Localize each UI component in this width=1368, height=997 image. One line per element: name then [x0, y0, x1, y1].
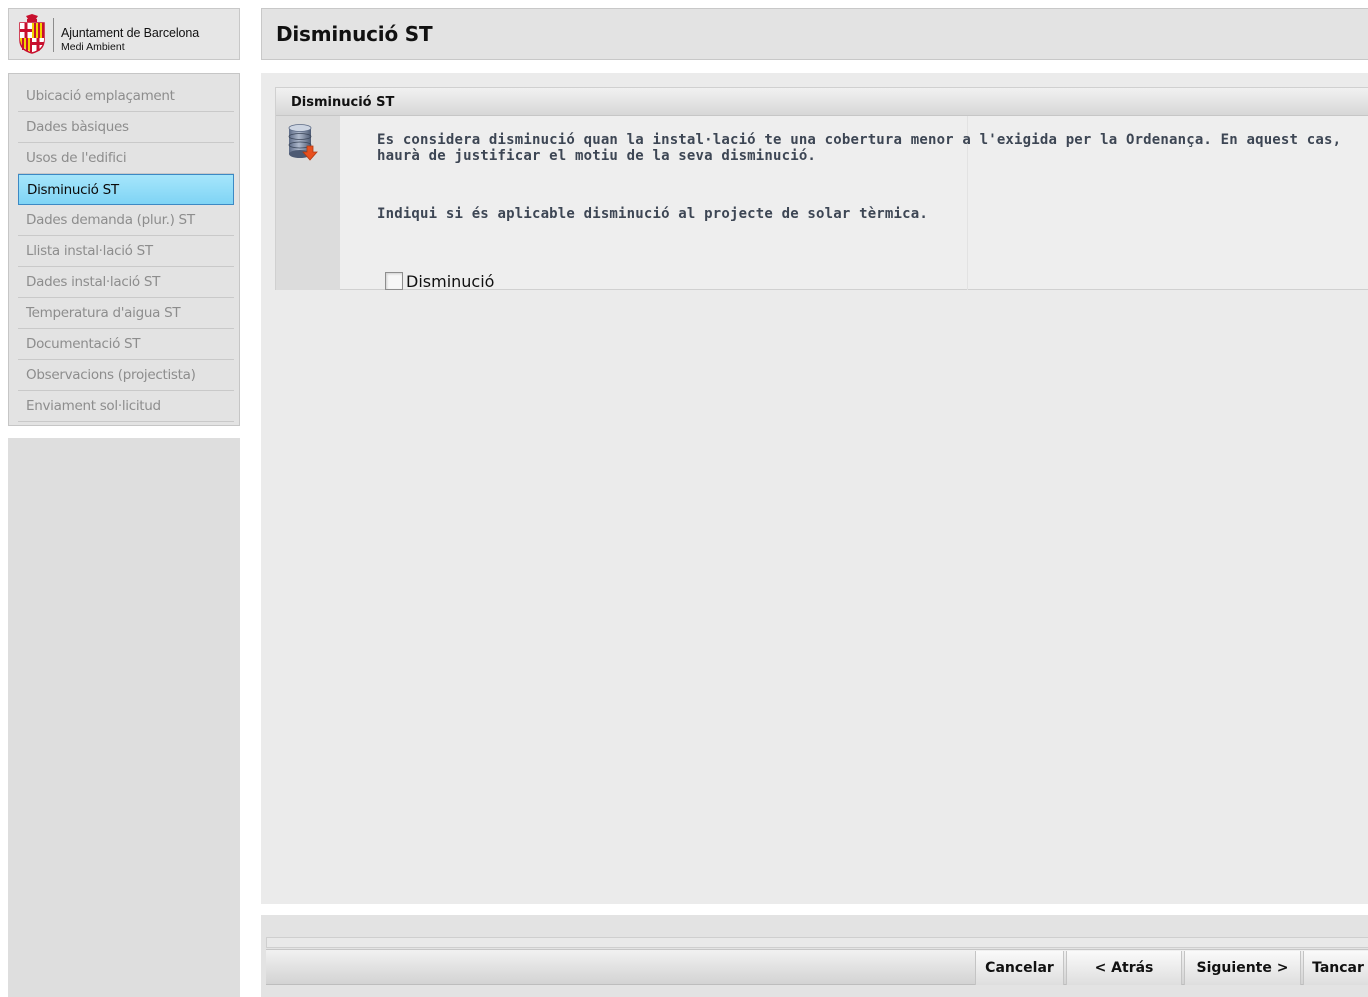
back-button[interactable]: < Atrás	[1066, 951, 1182, 985]
brand-name: Ajuntament de Barcelona	[61, 26, 200, 40]
sidebar-filler	[8, 438, 240, 997]
footer-status-strip	[266, 937, 1368, 948]
step-list: Ubicació emplaçament Dades bàsiques Usos…	[18, 81, 234, 422]
database-download-icon	[288, 124, 318, 161]
logo-divider	[53, 18, 54, 52]
footer-button-bar: Cancelar < Atrás Siguiente > Tancar	[266, 949, 1368, 985]
disminucio-panel: Disminució ST Es considera disminució qu…	[275, 87, 1368, 291]
content-area: Disminució ST Es considera disminució qu…	[261, 73, 1368, 904]
disminucio-checkbox-label[interactable]: Disminució	[406, 272, 494, 291]
description-text: Es considera disminució quan la instal·l…	[377, 132, 1342, 164]
barcelona-coat-of-arms-icon	[19, 14, 45, 54]
step-observacions-projectista[interactable]: Observacions (projectista)	[18, 360, 234, 391]
instruction-text: Indiqui si és aplicable disminució al pr…	[377, 206, 928, 222]
step-dades-demanda-st[interactable]: Dades demanda (plur.) ST	[18, 205, 234, 236]
wizard-footer: Cancelar < Atrás Siguiente > Tancar	[261, 915, 1368, 997]
step-disminucio-st[interactable]: Disminució ST	[18, 174, 234, 205]
panel-icon-column	[276, 116, 340, 290]
step-documentacio-st[interactable]: Documentació ST	[18, 329, 234, 360]
panel-header: Disminució ST	[276, 88, 1368, 116]
page-title: Disminució ST	[276, 22, 433, 46]
disminucio-checkbox-row[interactable]: Disminució	[385, 271, 494, 291]
step-dades-basiques[interactable]: Dades bàsiques	[18, 112, 234, 143]
page-header: Disminució ST	[261, 8, 1368, 60]
step-temperatura-aigua-st[interactable]: Temperatura d'aigua ST	[18, 298, 234, 329]
wizard-step-nav: Ubicació emplaçament Dades bàsiques Usos…	[8, 73, 240, 426]
step-dades-installacio-st[interactable]: Dades instal·lació ST	[18, 267, 234, 298]
step-usos-edifici[interactable]: Usos de l'edifici	[18, 143, 234, 174]
disminucio-checkbox[interactable]	[385, 272, 403, 290]
step-ubicacio-emplacament[interactable]: Ubicació emplaçament	[18, 81, 234, 112]
close-button[interactable]: Tancar	[1303, 951, 1368, 985]
cancel-button[interactable]: Cancelar	[975, 951, 1064, 985]
brand-department: Medi Ambient	[61, 41, 125, 53]
next-button[interactable]: Siguiente >	[1184, 951, 1301, 985]
brand-logo: Ajuntament de Barcelona Medi Ambient	[8, 8, 240, 60]
step-llista-installacio-st[interactable]: Llista instal·lació ST	[18, 236, 234, 267]
panel-body: Es considera disminució quan la instal·l…	[340, 116, 1368, 291]
panel-title: Disminució ST	[291, 95, 395, 110]
step-enviament-sollicitud[interactable]: Enviament sol·licitud	[18, 391, 234, 422]
